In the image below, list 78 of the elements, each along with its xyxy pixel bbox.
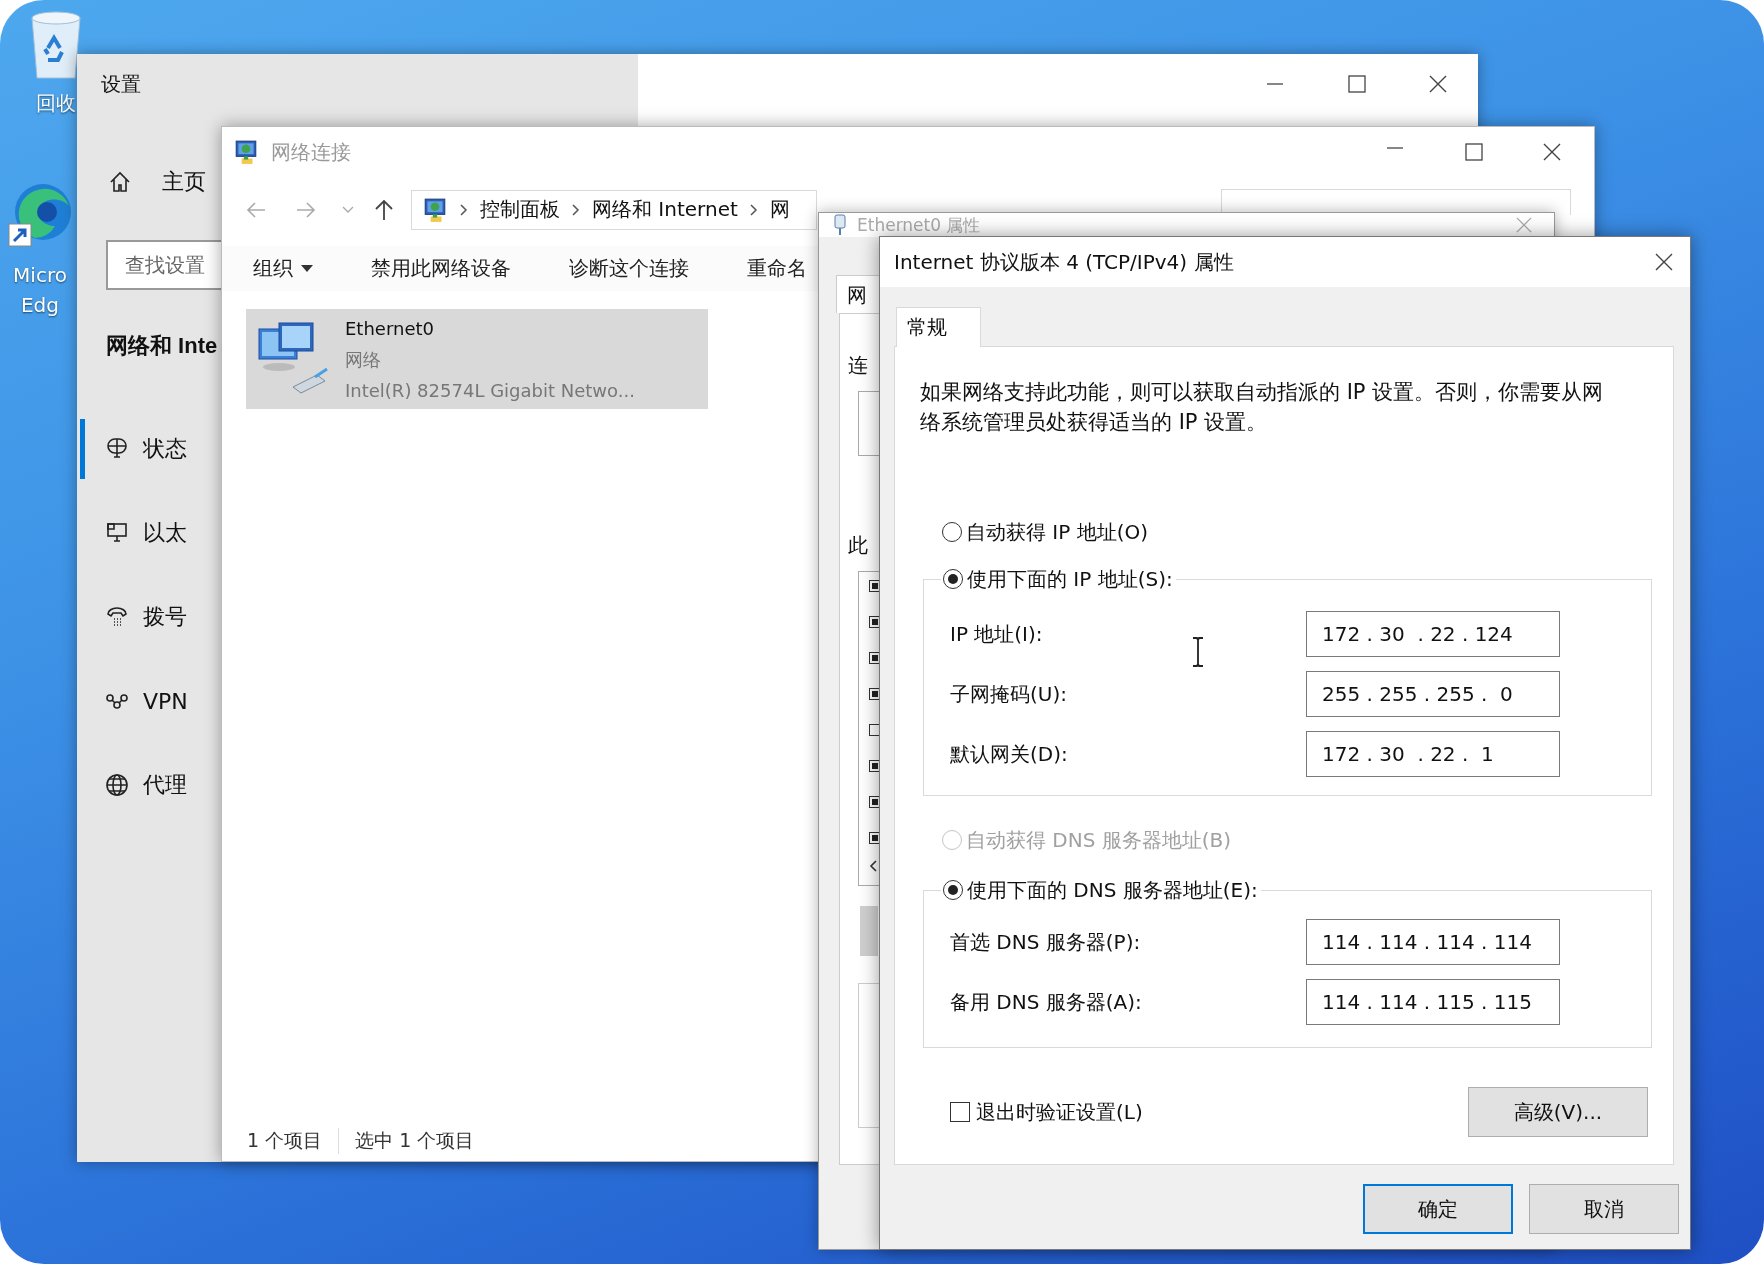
up-arrow-icon[interactable] <box>373 198 395 221</box>
maximize-icon[interactable] <box>1465 143 1483 161</box>
network-adapter-item[interactable]: Ethernet0 网络 Intel(R) 82574L Gigabit Netwo... <box>246 309 708 409</box>
nav-item[interactable]: 状态 <box>80 419 193 479</box>
maximize-icon[interactable] <box>1347 75 1366 93</box>
chevron-icon <box>572 203 580 216</box>
field-label: 子网掩码(U): <box>950 680 1068 708</box>
connection-status: 网络 <box>345 347 382 372</box>
network-folder-icon <box>233 139 259 165</box>
dialog-button[interactable]: 取消 <box>1529 1184 1679 1234</box>
network-folder-icon <box>422 196 448 223</box>
text-cursor-icon <box>1191 637 1205 667</box>
toolbar-button[interactable]: 重命名 <box>747 255 807 282</box>
advanced-button[interactable]: 高级(V)... <box>1468 1087 1648 1137</box>
radio-label: 自动获得 DNS 服务器地址(B) <box>966 826 1232 854</box>
window-title: 网络连接 <box>271 138 351 166</box>
radio-label: 自动获得 IP 地址(O) <box>966 518 1149 546</box>
ip-address-field[interactable]: 114 . 114 . 115 . 115 <box>1306 979 1560 1025</box>
toolbar-button[interactable]: 组织 <box>253 255 313 282</box>
plug-icon <box>833 214 847 236</box>
ip-address-field[interactable]: 255 . 255 . 255 . 0 <box>1306 671 1560 717</box>
desktop-icon-label: Micro <box>13 262 67 289</box>
breadcrumb-item[interactable]: 网络和 Internet <box>592 196 738 223</box>
radio-label: 使用下面的 DNS 服务器地址(E): <box>967 876 1258 904</box>
checkbox-label: 退出时验证设置(L) <box>976 1098 1143 1126</box>
component-list[interactable] <box>858 571 879 886</box>
globe-monitor-icon <box>105 437 129 461</box>
field-label: 默认网关(D): <box>950 740 1069 768</box>
tab[interactable]: 网 <box>836 275 879 313</box>
chevron-icon <box>460 203 468 216</box>
monitor-icon <box>105 521 129 545</box>
window-title: 设置 <box>100 70 142 98</box>
status-text: 选中 1 个项目 <box>338 1128 475 1154</box>
scroll-left-icon[interactable] <box>869 860 877 872</box>
caret-icon <box>301 264 313 273</box>
status-text: 1 个项目 <box>247 1128 323 1153</box>
label: 此 <box>848 532 868 559</box>
phone-icon <box>105 605 129 629</box>
section-title: 网络和 Inte <box>106 332 218 360</box>
desktop-icon-label: 回收 <box>36 90 76 117</box>
field-label: 备用 DNS 服务器(A): <box>950 988 1143 1016</box>
device-name: Intel(R) 82574L Gigabit Netwo... <box>345 378 635 403</box>
search-field[interactable]: 查找设置 <box>106 240 221 290</box>
window-title: Ethernet0 属性 <box>857 213 981 237</box>
field-label: IP 地址(I): <box>950 620 1044 648</box>
field-label: 首选 DNS 服务器(P): <box>950 928 1142 956</box>
desktop-icon-label: Edg <box>21 292 59 319</box>
close-icon[interactable] <box>1655 253 1673 271</box>
ip-address-field[interactable]: 172 . 30 . 22 . 1 <box>1306 731 1560 777</box>
close-icon[interactable] <box>1428 75 1447 93</box>
checkbox[interactable] <box>950 1102 970 1122</box>
dialog-button[interactable]: 确定 <box>1363 1184 1513 1234</box>
nav-item[interactable]: 拨号 <box>80 587 193 647</box>
breadcrumb-item[interactable]: 网 <box>769 196 790 223</box>
placeholder: 查找设置 <box>125 251 205 279</box>
ip-address-field[interactable]: 114 . 114 . 114 . 114 <box>1306 919 1560 965</box>
close-icon[interactable] <box>1543 143 1561 161</box>
nav-item[interactable]: VPN <box>80 671 194 731</box>
connection-name: Ethernet0 <box>345 316 435 341</box>
chevron-icon <box>749 203 758 216</box>
window-title: Internet 协议版本 4 (TCP/IPv4) 属性 <box>894 248 1234 276</box>
ip-address-field[interactable]: 172 . 30 . 22 . 124 <box>1306 611 1560 657</box>
radio-button[interactable] <box>942 522 962 542</box>
toolbar-button[interactable]: 诊断这个连接 <box>569 255 689 282</box>
breadcrumb-item[interactable]: 控制面板 <box>480 196 560 223</box>
globe-icon <box>105 773 129 797</box>
home-link[interactable]: 主页 <box>77 162 206 202</box>
radio-label: 使用下面的 IP 地址(S): <box>967 565 1173 593</box>
radio-button[interactable] <box>943 880 963 900</box>
nav-item[interactable]: 以太 <box>80 503 193 563</box>
description-text: 如果网络支持此功能，则可以获取自动指派的 IP 设置。否则，你需要从网络系统管理员处获得适当的 IP 设置。 <box>920 379 1605 436</box>
toolbar-button[interactable]: 禁用此网络设备 <box>371 255 511 282</box>
radio-button[interactable] <box>943 569 963 589</box>
nav-item[interactable]: 代理 <box>80 755 193 815</box>
tab[interactable]: 常规 <box>896 307 981 347</box>
label: 连 <box>848 352 868 379</box>
home-icon <box>109 171 131 193</box>
address-bar[interactable]: 控制面板 网络和 Internet 网 <box>411 189 817 230</box>
